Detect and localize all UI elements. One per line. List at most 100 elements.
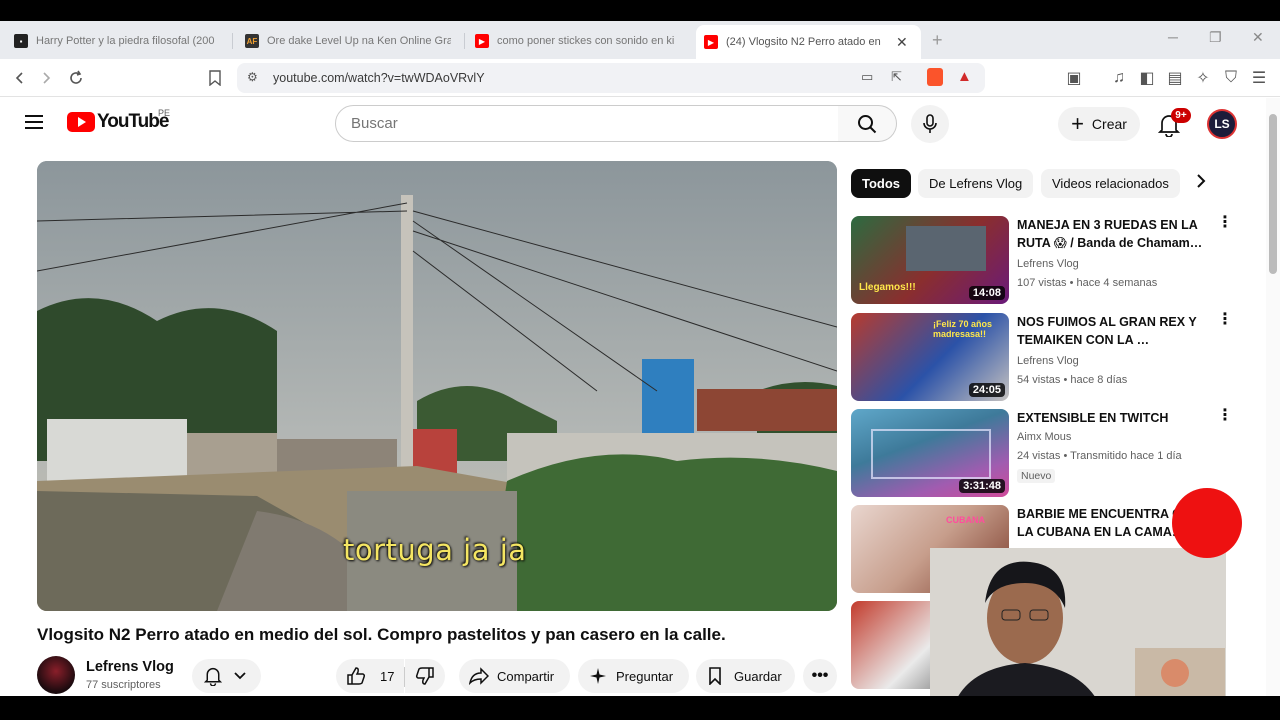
region-label: PE	[158, 108, 171, 118]
recommendation-title[interactable]: EXTENSIBLE EN TWITCH	[1017, 409, 1203, 427]
chevron-right-icon[interactable]	[1196, 173, 1206, 194]
video-thumbnail[interactable]: ¡Feliz 70 años madresasa!! 24:05	[851, 313, 1009, 401]
tab-harry-potter[interactable]: ▪ Harry Potter y la piedra filosofal (20…	[6, 27, 228, 55]
more-horizontal-icon: •••	[811, 667, 829, 684]
hamburger-menu-icon[interactable]	[24, 114, 44, 135]
recommendation-channel[interactable]: Aimx Mous	[1017, 431, 1071, 443]
brave-shield-icon[interactable]	[927, 68, 943, 86]
search-button[interactable]	[838, 105, 897, 142]
sparkle-icon	[590, 668, 606, 684]
af-icon: AF	[245, 34, 259, 48]
recommendation-title[interactable]: NOS FUIMOS AL GRAN REX Y TEMAIKEN CON LA…	[1017, 313, 1203, 349]
recommendation-meta: 54 vistas • hace 8 días	[1017, 374, 1128, 386]
recommendation-channel[interactable]: Lefrens Vlog	[1017, 258, 1079, 270]
more-vertical-icon[interactable]: ⋮	[1217, 312, 1233, 328]
thumbs-up-icon	[347, 667, 366, 685]
chip-from-channel[interactable]: De Lefrens Vlog	[918, 169, 1034, 198]
video-duration: 14:08	[968, 286, 1005, 300]
more-actions-button[interactable]: •••	[803, 659, 837, 693]
recommendation-channel[interactable]: Lefrens Vlog	[1017, 355, 1079, 367]
video-thumbnail[interactable]: Llegamos!!! 14:08	[851, 216, 1009, 304]
channel-name[interactable]: Lefrens Vlog	[86, 659, 174, 675]
like-button[interactable]: 17	[336, 659, 404, 693]
account-avatar[interactable]: LS	[1207, 109, 1237, 139]
forward-icon[interactable]	[36, 68, 56, 88]
chevron-down-icon	[234, 672, 246, 680]
bookmark-save-icon	[709, 667, 721, 685]
youtube-logo-icon[interactable]	[67, 112, 95, 132]
thumbnail-grid	[871, 429, 991, 479]
tab-title: Ore dake Level Up na Ken Online Gra	[267, 35, 451, 47]
video-duration: 3:31:48	[959, 479, 1005, 493]
share-arrow-icon	[469, 667, 489, 685]
recommendation-title[interactable]: MANEJA EN 3 RUEDAS EN LA RUTA 😱 / Banda …	[1017, 216, 1203, 252]
page-scrollbar[interactable]	[1266, 98, 1280, 696]
tab-divider	[464, 33, 465, 49]
webcam-image	[930, 548, 1226, 696]
close-window-icon[interactable]: ✕	[1252, 29, 1264, 46]
brave-rewards-icon[interactable]: ▲	[957, 68, 972, 85]
webcam-overlay	[930, 548, 1226, 696]
video-thumbnail[interactable]: 3:31:48	[851, 409, 1009, 497]
create-button[interactable]: + Crear	[1058, 107, 1140, 141]
music-icon[interactable]: ♫	[1109, 68, 1129, 88]
sidebar-panel-icon[interactable]: ▣	[1064, 68, 1084, 88]
browser-window: ▪ Harry Potter y la piedra filosofal (20…	[0, 21, 1280, 696]
voice-search-button[interactable]	[911, 105, 949, 143]
menu-icon[interactable]: ☰	[1249, 68, 1269, 88]
thumbnail-text: ¡Feliz 70 años madresasa!!	[933, 319, 993, 339]
video-duration: 24:05	[968, 383, 1005, 397]
recommendation-item[interactable]: ¡Feliz 70 años madresasa!! 24:05 NOS FUI…	[851, 312, 1233, 403]
video-player[interactable]: tortuga ja ja	[37, 161, 837, 611]
tab-divider	[232, 33, 233, 49]
recommendation-item[interactable]: Llegamos!!! 14:08 MANEJA EN 3 RUEDAS EN …	[851, 215, 1233, 306]
bell-icon	[204, 667, 222, 686]
site-info-icon[interactable]: ⚙	[247, 70, 258, 84]
channel-avatar[interactable]	[37, 656, 75, 694]
notification-count-badge: 9+	[1171, 108, 1191, 123]
ask-button[interactable]: Preguntar	[578, 659, 689, 693]
search-input[interactable]	[335, 105, 839, 142]
share-icon[interactable]: ⇱	[891, 69, 902, 85]
save-label: Guardar	[734, 668, 782, 684]
tab-ore-dake[interactable]: AF Ore dake Level Up na Ken Online Gra	[237, 27, 459, 55]
tab-title: Harry Potter y la piedra filosofal (200	[36, 35, 215, 47]
more-vertical-icon[interactable]: ⋮	[1217, 215, 1233, 231]
subscription-bell-button[interactable]	[192, 659, 261, 693]
thumbnail-inset	[906, 226, 986, 271]
reload-icon[interactable]	[66, 68, 86, 88]
more-vertical-icon[interactable]: ⋮	[1217, 408, 1233, 424]
microphone-icon	[923, 114, 937, 133]
scrollbar-thumb[interactable]	[1269, 114, 1277, 274]
thumbs-down-icon	[415, 667, 434, 685]
youtube-icon: ▶	[475, 34, 489, 48]
tab-stickers[interactable]: ▶ como poner stickes con sonido en ki	[467, 27, 689, 55]
video-caption: tortuga ja ja	[343, 533, 527, 567]
like-count: 17	[380, 668, 395, 684]
plus-icon: +	[1071, 111, 1084, 136]
dislike-button[interactable]	[405, 659, 445, 693]
youtube-header: YouTube PE + Crear 9+ LS	[0, 98, 1266, 154]
leo-ai-icon[interactable]: ✧	[1193, 68, 1213, 88]
recommendation-item[interactable]: 3:31:48 EXTENSIBLE EN TWITCH Aimx Mous 2…	[851, 408, 1233, 499]
new-tab-button[interactable]: +	[932, 30, 943, 51]
tab-vlogsito[interactable]: ▶ (24) Vlogsito N2 Perro atado en ✕	[696, 25, 921, 59]
back-icon[interactable]	[10, 68, 30, 88]
wallet-icon[interactable]: ▤	[1165, 68, 1185, 88]
recommendation-meta: 107 vistas • hace 4 semanas	[1017, 277, 1158, 289]
vpn-icon[interactable]: ⛉	[1221, 68, 1241, 88]
cast-icon[interactable]: ▭	[861, 69, 873, 85]
sidebar-icon[interactable]: ◧	[1137, 68, 1157, 88]
video-title: Vlogsito N2 Perro atado en medio del sol…	[37, 625, 726, 644]
create-label: Crear	[1091, 116, 1127, 132]
address-bar[interactable]: ⚙ youtube.com/watch?v=twWDAoVRvlY ▭ ⇱ ▲	[237, 63, 985, 93]
restore-icon[interactable]: ❐	[1209, 29, 1222, 46]
chip-related[interactable]: Videos relacionados	[1041, 169, 1180, 198]
save-button[interactable]: Guardar	[696, 659, 795, 693]
share-button[interactable]: Compartir	[459, 659, 570, 693]
close-tab-icon[interactable]: ✕	[896, 34, 908, 51]
bookmark-icon[interactable]	[205, 68, 225, 88]
thumbnail-text: Llegamos!!!	[859, 282, 916, 293]
chip-all[interactable]: Todos	[851, 169, 912, 198]
minimize-icon[interactable]: ─	[1168, 29, 1178, 45]
